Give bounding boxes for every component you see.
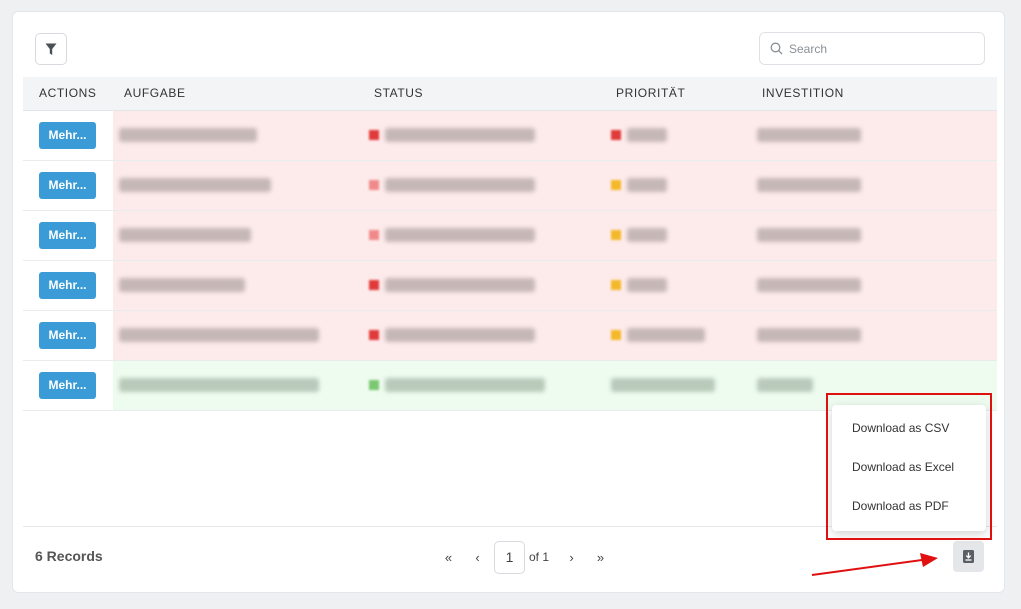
download-pdf-item[interactable]: Download as PDF <box>832 487 986 526</box>
status-cell <box>363 360 605 410</box>
table-row: Mehr... <box>23 160 997 210</box>
investition-cell <box>751 310 997 360</box>
filter-icon <box>45 43 57 55</box>
prioritaet-cell <box>605 160 751 210</box>
aufgabe-cell <box>113 260 363 310</box>
aufgabe-cell <box>113 310 363 360</box>
table-row: Mehr... <box>23 260 997 310</box>
header-aufgabe[interactable]: AUFGABE <box>113 77 363 111</box>
header-status[interactable]: STATUS <box>363 77 605 111</box>
header-actions[interactable]: ACTIONS <box>23 77 113 111</box>
tasks-table: ACTIONS AUFGABE STATUS PRIORITÄT INVESTI… <box>23 77 997 411</box>
search-box[interactable] <box>759 32 985 65</box>
filter-button[interactable] <box>35 33 67 65</box>
mehr-button[interactable]: Mehr... <box>39 271 96 299</box>
table-row: Mehr... <box>23 110 997 160</box>
prioritaet-cell <box>605 110 751 160</box>
search-input[interactable] <box>789 41 969 56</box>
search-icon <box>770 42 783 55</box>
header-investition[interactable]: INVESTITION <box>751 77 997 111</box>
mehr-button[interactable]: Mehr... <box>39 221 96 249</box>
aufgabe-cell <box>113 160 363 210</box>
download-excel-item[interactable]: Download as Excel <box>832 448 986 487</box>
mehr-button[interactable]: Mehr... <box>39 321 96 349</box>
aufgabe-cell <box>113 360 363 410</box>
prioritaet-cell <box>605 210 751 260</box>
investition-cell <box>751 110 997 160</box>
prioritaet-cell <box>605 310 751 360</box>
aufgabe-cell <box>113 110 363 160</box>
investition-cell <box>751 160 997 210</box>
first-page-button[interactable]: « <box>434 550 463 565</box>
next-page-button[interactable]: › <box>557 550 586 565</box>
download-menu: Download as CSV Download as Excel Downlo… <box>832 405 986 531</box>
table-row: Mehr... <box>23 360 997 410</box>
page-total: of 1 <box>529 550 550 564</box>
pagination: « ‹ 1 of 1 › » <box>434 540 615 574</box>
status-cell <box>363 260 605 310</box>
status-cell <box>363 160 605 210</box>
status-cell <box>363 110 605 160</box>
mehr-button[interactable]: Mehr... <box>39 171 96 199</box>
prioritaet-cell <box>605 260 751 310</box>
investition-cell <box>751 210 997 260</box>
status-cell <box>363 210 605 260</box>
header-prioritaet[interactable]: PRIORITÄT <box>605 77 751 111</box>
prev-page-button[interactable]: ‹ <box>463 550 492 565</box>
page-number-input[interactable]: 1 <box>494 540 525 574</box>
download-icon <box>963 550 974 563</box>
mehr-button[interactable]: Mehr... <box>39 371 96 399</box>
investition-cell <box>751 260 997 310</box>
table-row: Mehr... <box>23 210 997 260</box>
mehr-button[interactable]: Mehr... <box>39 121 96 149</box>
table-header-row: ACTIONS AUFGABE STATUS PRIORITÄT INVESTI… <box>23 77 997 111</box>
download-button[interactable] <box>953 541 984 572</box>
records-count: 6 Records <box>35 548 103 564</box>
last-page-button[interactable]: » <box>586 550 615 565</box>
aufgabe-cell <box>113 210 363 260</box>
status-cell <box>363 310 605 360</box>
prioritaet-cell <box>605 360 751 410</box>
annotation-arrow-icon <box>811 553 938 576</box>
investition-cell <box>751 360 997 410</box>
table-row: Mehr... <box>23 310 997 360</box>
download-csv-item[interactable]: Download as CSV <box>832 409 986 448</box>
